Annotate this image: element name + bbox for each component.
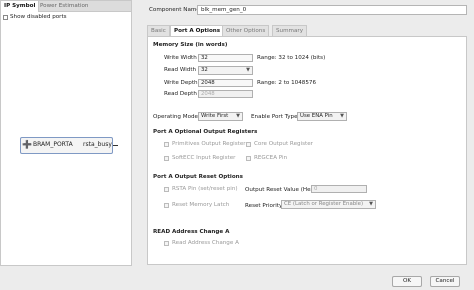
chevron-down-icon: ▼ [369,201,373,207]
checkbox-box[interactable] [164,155,169,161]
read-address-change-checkbox[interactable]: Read Address Change A [164,240,239,247]
write-width-range: Range: 32 to 1024 (bits) [257,55,326,61]
tab-summary[interactable]: Summary [272,25,308,36]
checkbox-box[interactable] [246,141,251,147]
ip-symbol-panel: IP Symbol Power Estimation [0,0,132,266]
rsta-pin-checkbox[interactable]: RSTA Pin (set/reset pin) [164,186,238,193]
reset-priority-select[interactable]: CE (Latch or Register Enable) ▼ [281,200,376,209]
reset-priority-value: CE (Latch or Register Enable) [284,201,364,207]
checkbox-box[interactable] [3,14,8,20]
enable-port-type-label: Enable Port Type [251,114,298,120]
read-address-change-title: READ Address Change A [153,229,230,235]
output-pin-line [113,145,118,146]
read-width-select[interactable]: 32 ▼ [198,66,253,75]
primitives-output-register-checkbox[interactable]: Primitives Output Register [164,141,246,148]
tab-port-a-options[interactable]: Port A Options [170,25,225,36]
show-disabled-ports-label: Show disabled ports [10,14,67,20]
softecc-input-register-label: SoftECC Input Register [172,155,236,161]
regcea-pin-checkbox[interactable]: REGCEA Pin [246,155,287,162]
read-depth-label: Read Depth [164,91,197,97]
tab-other-options[interactable]: Other Options [222,25,270,36]
reset-memory-latch-checkbox[interactable]: Reset Memory Latch [164,202,229,209]
read-width-label: Read Width [164,67,197,73]
primitives-output-register-label: Primitives Output Register [172,141,246,147]
component-name-input[interactable]: blk_mem_gen_0 [197,5,467,15]
chevron-down-icon: ▼ [246,67,250,73]
softecc-input-register-checkbox[interactable]: SoftECC Input Register [164,155,235,162]
rsta-pin-label: RSTA Pin (set/reset pin) [172,186,238,192]
rsta-busy-port-label: rsta_busy [83,141,112,148]
core-output-register-checkbox[interactable]: Core Output Register [246,141,313,148]
reset-priority-label: Reset Priority [245,203,283,209]
output-reset-value-label: Output Reset Value (Hex) [245,187,316,193]
checkbox-box[interactable] [164,240,169,246]
bram-porta-port-label: BRAM_PORTA [33,141,73,148]
memory-size-title: Memory Size (in words) [153,42,228,48]
read-depth-input: 2048 [198,90,253,98]
left-tab-bar: IP Symbol Power Estimation [1,1,131,12]
operating-mode-label: Operating Mode [153,114,198,120]
core-output-register-label: Core Output Register [254,141,313,147]
ok-button[interactable]: OK [392,276,422,287]
write-width-input[interactable]: 32 [198,54,253,62]
checkbox-box[interactable] [164,202,169,208]
write-depth-label: Write Depth [164,80,198,86]
tab-basic[interactable]: Basic [147,25,170,36]
read-width-value: 32 [201,67,208,73]
enable-port-type-select[interactable]: Use ENA Pin ▼ [297,112,347,121]
chevron-down-icon: ▼ [236,113,240,119]
show-disabled-ports-checkbox[interactable]: Show disabled ports [3,14,67,21]
checkbox-box[interactable] [164,186,169,192]
output-reset-value-input: 0 [311,185,367,193]
write-depth-range: Range: 2 to 1048576 [257,80,317,86]
tab-power-estimation[interactable]: Power Estimation [37,1,91,12]
chevron-down-icon: ▼ [340,113,344,119]
optional-output-registers-title: Port A Optional Output Registers [153,129,258,135]
output-reset-options-title: Port A Output Reset Options [153,174,243,180]
expand-plus-icon[interactable]: ➕ [22,140,32,150]
read-address-change-label: Read Address Change A [172,240,239,246]
write-depth-input[interactable]: 2048 [198,79,253,87]
operating-mode-value: Write First [201,113,229,119]
enable-port-type-value: Use ENA Pin [300,113,333,119]
component-name-label: Component Name [149,7,200,13]
reset-memory-latch-label: Reset Memory Latch [172,202,230,208]
checkbox-box[interactable] [246,155,251,161]
checkbox-box[interactable] [164,141,169,147]
write-width-label: Write Width [164,55,197,61]
operating-mode-select[interactable]: Write First ▼ [198,112,243,121]
cancel-button[interactable]: Cancel [430,276,460,287]
tab-ip-symbol[interactable]: IP Symbol [1,1,40,12]
regcea-pin-label: REGCEA Pin [254,155,288,161]
